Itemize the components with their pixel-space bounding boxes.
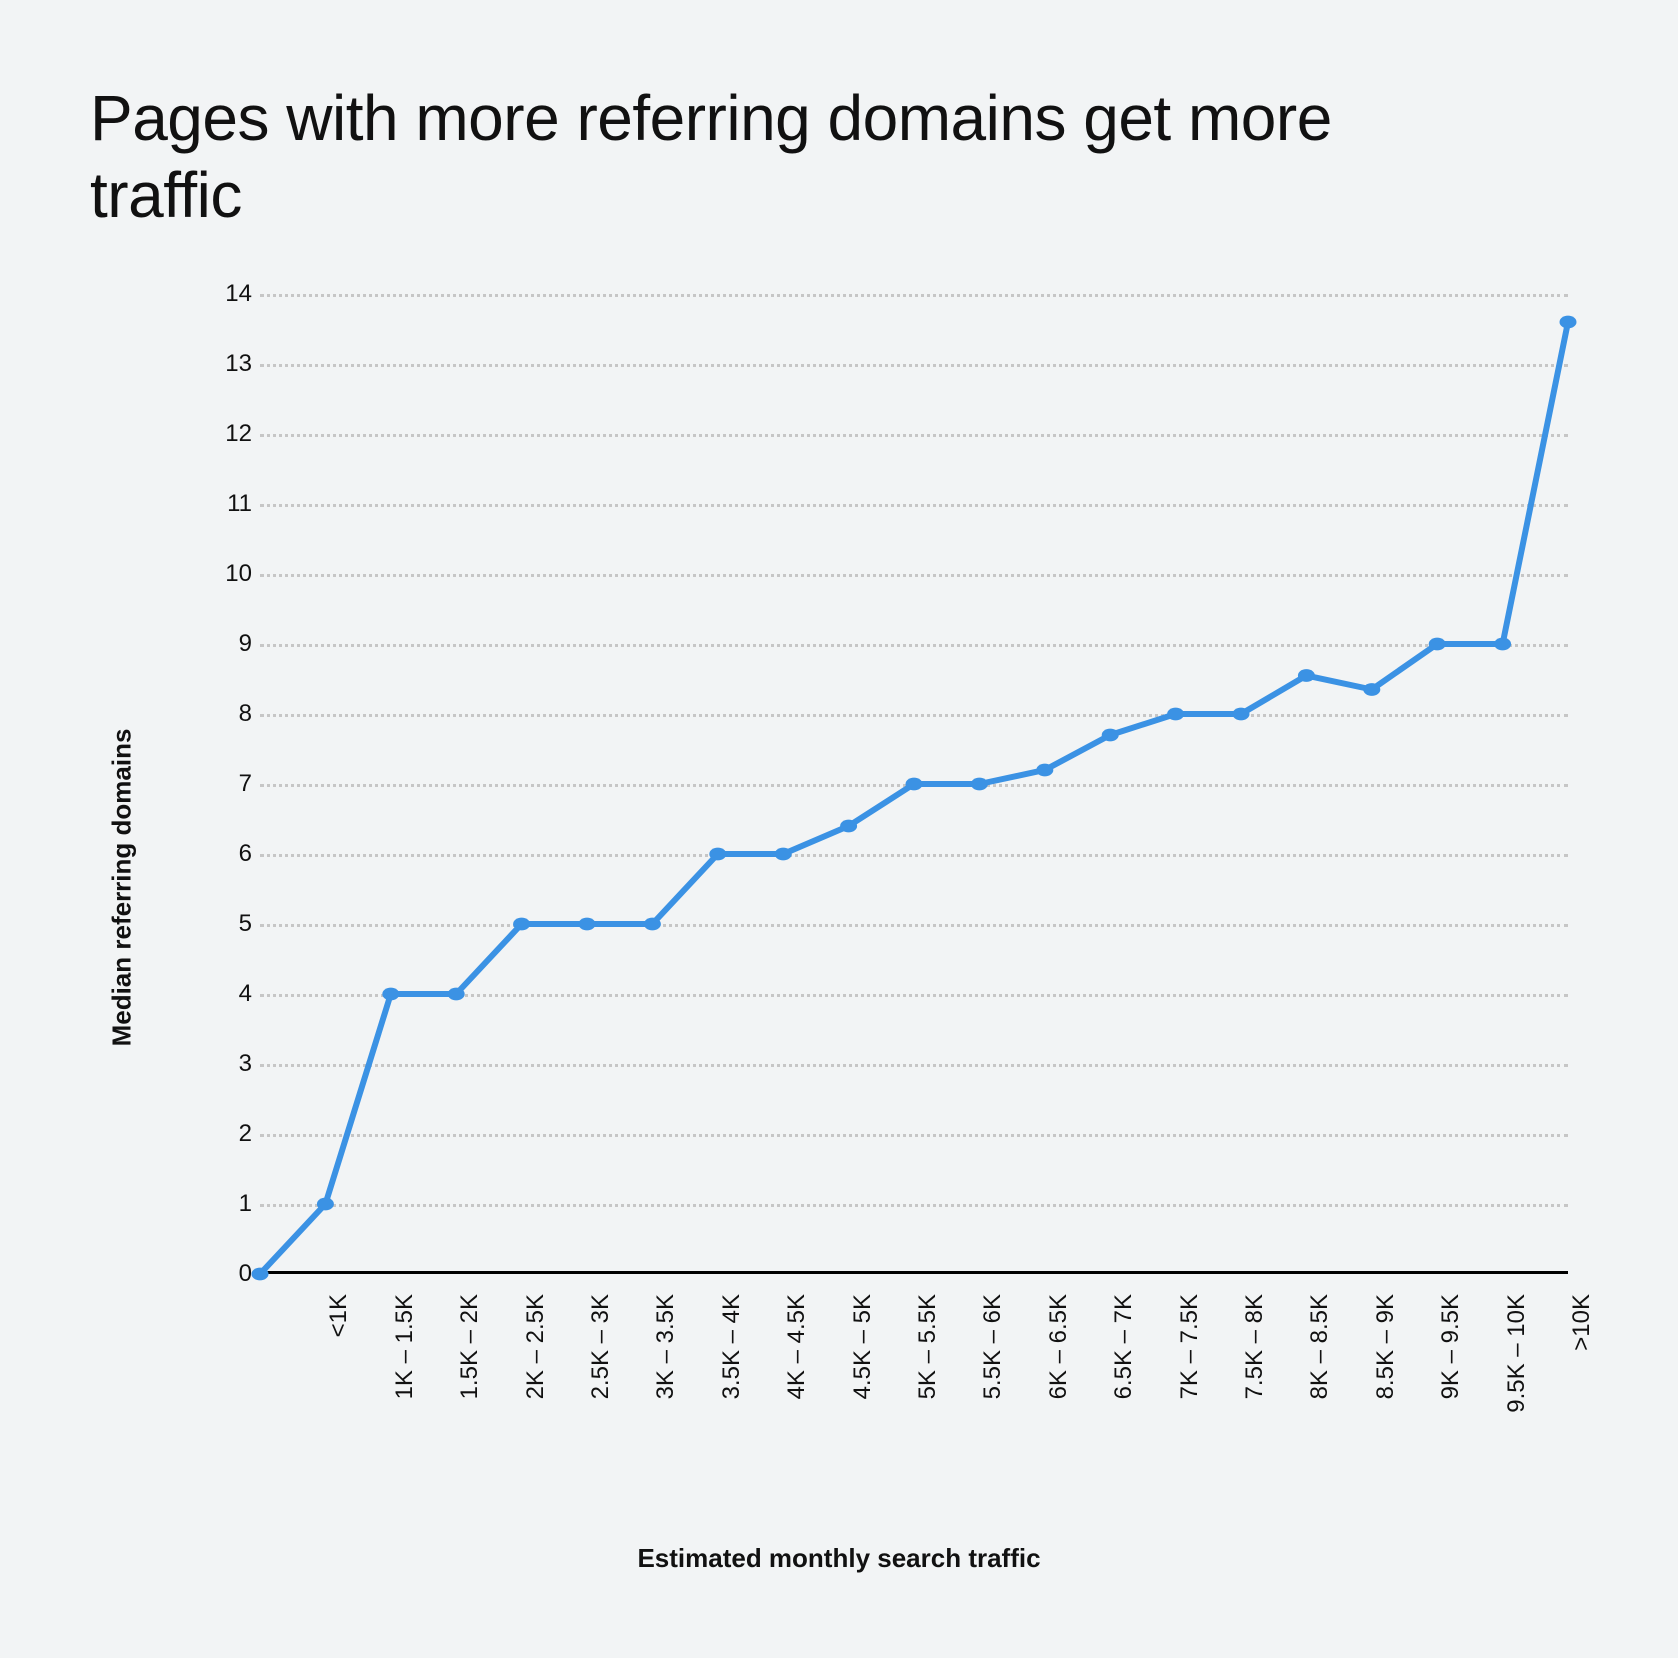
y-tick-label: 2 bbox=[239, 1120, 252, 1148]
x-axis-label: Estimated monthly search traffic bbox=[90, 1543, 1588, 1574]
x-tick-label: 1.5K – 2K bbox=[456, 1294, 484, 1399]
plot-outer: 01234567891011121314 bbox=[200, 294, 1568, 1274]
y-tick-label: 7 bbox=[239, 770, 252, 798]
chart-title: Pages with more referring domains get mo… bbox=[90, 80, 1490, 234]
data-point bbox=[644, 917, 661, 930]
x-tick-label: >10K bbox=[1568, 1294, 1596, 1351]
data-point bbox=[1298, 669, 1315, 682]
y-tick-label: 0 bbox=[239, 1260, 252, 1288]
x-tick-label: 6.5K – 7K bbox=[1110, 1294, 1138, 1399]
data-point bbox=[1036, 763, 1053, 776]
data-point bbox=[1494, 637, 1511, 650]
x-tick-label: 9K – 9.5K bbox=[1437, 1294, 1465, 1399]
y-tick-label: 8 bbox=[239, 700, 252, 728]
x-tick-label: 4.5K – 5K bbox=[849, 1294, 877, 1399]
y-tick-label: 11 bbox=[227, 490, 252, 518]
y-tick-label: 1 bbox=[239, 1190, 252, 1218]
data-point bbox=[578, 917, 595, 930]
data-point bbox=[1102, 728, 1119, 741]
x-tick-label: 7K – 7.5K bbox=[1176, 1294, 1204, 1399]
data-point bbox=[1559, 315, 1576, 328]
y-ticks: 01234567891011121314 bbox=[200, 294, 260, 1274]
y-tick-label: 5 bbox=[239, 910, 252, 938]
x-tick-label: 5K – 5.5K bbox=[914, 1294, 942, 1399]
data-point bbox=[840, 819, 857, 832]
data-point bbox=[382, 987, 399, 1000]
y-tick-label: 12 bbox=[225, 420, 252, 448]
x-tick-label: 3.5K – 4K bbox=[718, 1294, 746, 1399]
line-chart-svg bbox=[260, 294, 1568, 1274]
data-point bbox=[251, 1267, 268, 1280]
y-tick-label: 10 bbox=[225, 560, 252, 588]
x-tick-label: 7.5K – 8K bbox=[1241, 1294, 1269, 1399]
data-line bbox=[260, 322, 1568, 1274]
x-tick-label: 9.5K – 10K bbox=[1503, 1294, 1531, 1413]
x-tick-label: 8K – 8.5K bbox=[1306, 1294, 1334, 1399]
y-axis-label: Median referring domains bbox=[106, 728, 137, 1046]
y-tick-label: 6 bbox=[239, 840, 252, 868]
x-tick-label: 2.5K – 3K bbox=[587, 1294, 615, 1399]
x-tick-label: 4K – 4.5K bbox=[783, 1294, 811, 1399]
x-tick-label: 6K – 6.5K bbox=[1045, 1294, 1073, 1399]
data-point bbox=[1232, 707, 1249, 720]
data-point bbox=[905, 777, 922, 790]
data-point bbox=[1167, 707, 1184, 720]
x-tick-label: 3K – 3.5K bbox=[652, 1294, 680, 1399]
y-tick-label: 14 bbox=[225, 280, 252, 308]
data-point bbox=[1429, 637, 1446, 650]
y-tick-label: 3 bbox=[239, 1050, 252, 1078]
chart-page: Pages with more referring domains get mo… bbox=[0, 0, 1678, 1658]
data-point bbox=[775, 847, 792, 860]
x-tick-label: 1K – 1.5K bbox=[391, 1294, 419, 1399]
x-tick-label: 8.5K – 9K bbox=[1372, 1294, 1400, 1399]
x-tick-label: 2K – 2.5K bbox=[522, 1294, 550, 1399]
x-ticks: <1K 1K – 1.5K 1.5K – 2K 2K – 2.5K 2.5K – 3K 3… bbox=[260, 1284, 1568, 1514]
y-tick-label: 13 bbox=[225, 350, 252, 378]
x-tick-label: <1K bbox=[325, 1294, 353, 1337]
data-point bbox=[448, 987, 465, 1000]
x-tick-label: 5.5K – 6K bbox=[979, 1294, 1007, 1399]
data-point bbox=[971, 777, 988, 790]
data-point bbox=[513, 917, 530, 930]
y-tick-label: 9 bbox=[239, 630, 252, 658]
data-point bbox=[709, 847, 726, 860]
data-point bbox=[317, 1197, 334, 1210]
plot-inner bbox=[260, 294, 1568, 1274]
data-point bbox=[1363, 683, 1380, 696]
y-tick-label: 4 bbox=[239, 980, 252, 1008]
chart-area: Median referring domains 012345678910111… bbox=[90, 294, 1588, 1574]
